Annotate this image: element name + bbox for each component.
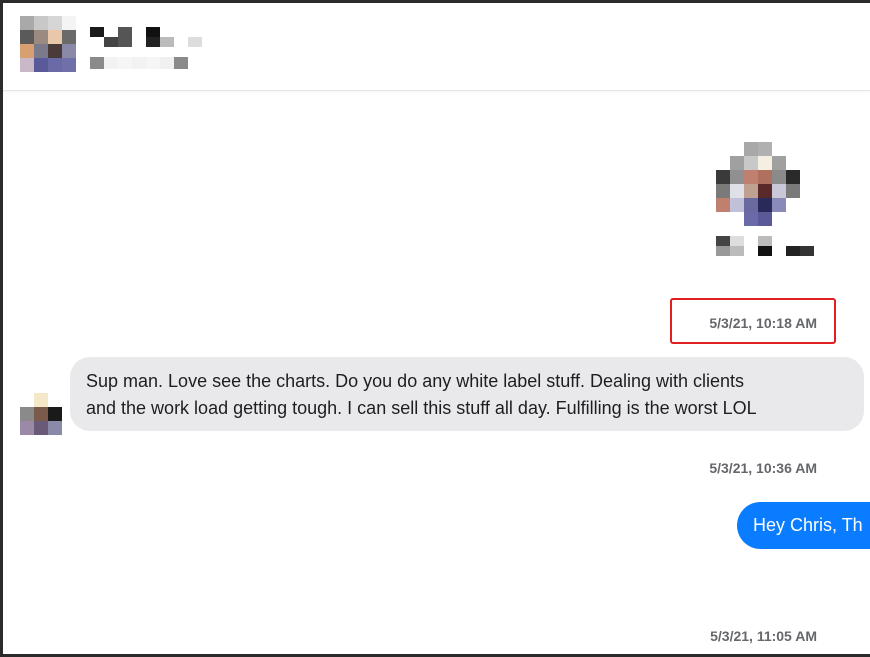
- conversation-header: [3, 3, 870, 91]
- message-timestamp: 5/3/21, 10:36 AM: [709, 460, 817, 476]
- message-timestamp: 5/3/21, 10:18 AM: [709, 315, 817, 331]
- contact-name-redacted: [90, 27, 202, 47]
- outgoing-message-bubble[interactable]: Hey Chris, Th: [737, 502, 870, 549]
- contact-avatar[interactable]: [20, 16, 76, 72]
- incoming-message-bubble[interactable]: Sup man. Love see the charts. Do you do …: [70, 357, 864, 431]
- profile-avatar[interactable]: [716, 142, 800, 226]
- contact-status-redacted: [90, 57, 188, 69]
- sender-avatar[interactable]: [20, 393, 62, 435]
- message-timestamp: 5/3/21, 11:05 AM: [710, 628, 817, 644]
- profile-name-redacted: [702, 236, 814, 256]
- conversation-window: 5/3/21, 10:18 AM Sup man. Love see the c…: [3, 3, 870, 654]
